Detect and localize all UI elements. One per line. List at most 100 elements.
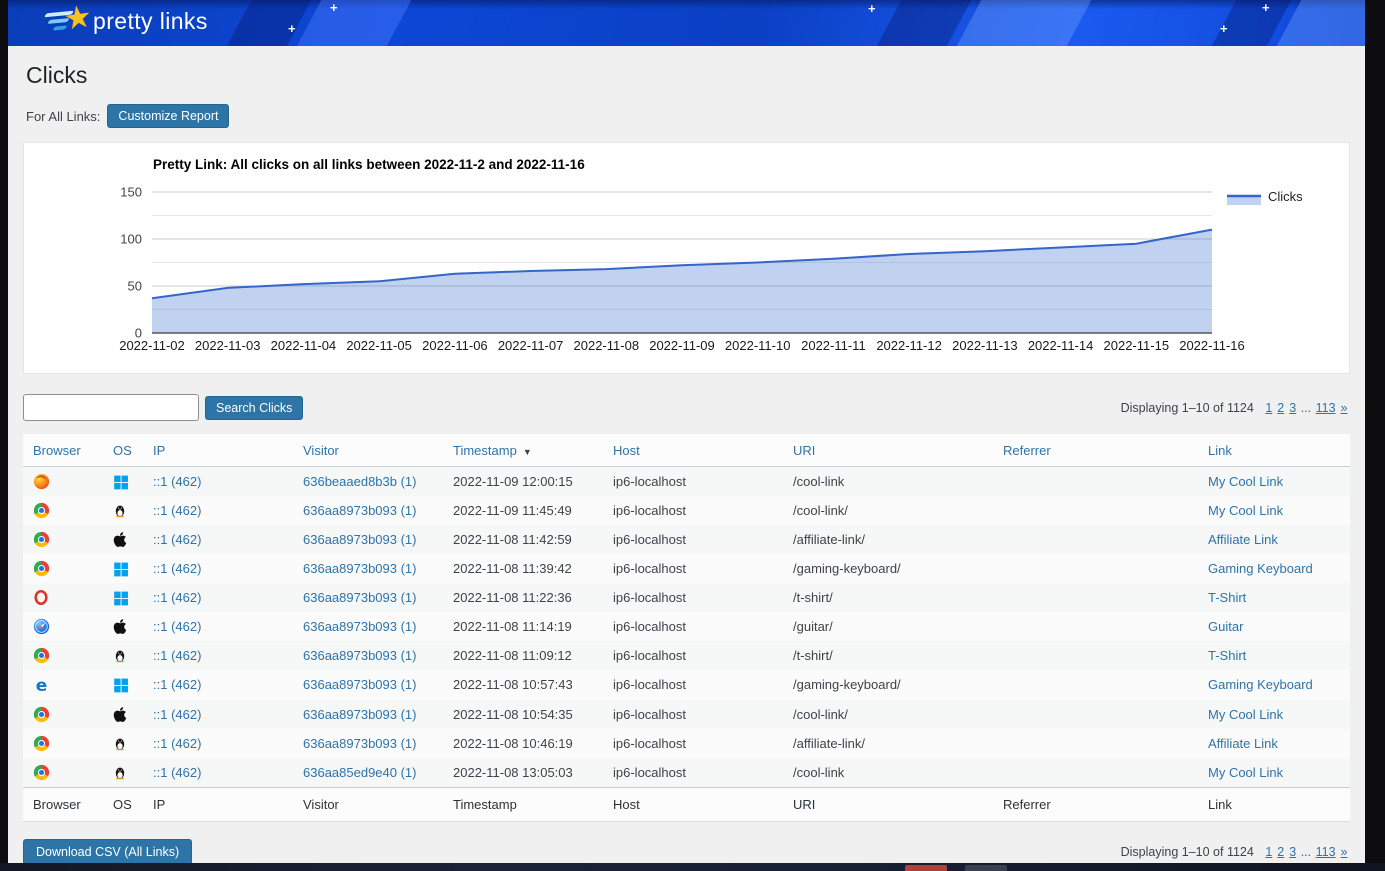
- svg-text:2022-11-12: 2022-11-12: [876, 338, 942, 353]
- column-header-visitor[interactable]: Visitor: [293, 434, 443, 467]
- chrome-icon: [23, 700, 103, 729]
- svg-text:2022-11-09: 2022-11-09: [649, 338, 715, 353]
- page-link-3[interactable]: 3: [1289, 845, 1296, 859]
- next-page-link[interactable]: »: [1341, 401, 1348, 415]
- pretty-link[interactable]: Affiliate Link: [1208, 736, 1278, 751]
- timestamp-cell: 2022-11-08 13:05:03: [443, 758, 603, 788]
- referrer-cell: [993, 554, 1198, 583]
- link-cell: Affiliate Link: [1198, 729, 1350, 758]
- linux-icon: [103, 758, 143, 788]
- customize-report-button[interactable]: Customize Report: [107, 104, 229, 128]
- download-csv-button[interactable]: Download CSV (All Links): [23, 839, 192, 865]
- pagination-ellipsis: ...: [1301, 401, 1311, 415]
- timestamp-cell: 2022-11-08 11:22:36: [443, 583, 603, 612]
- apple-icon: [103, 700, 143, 729]
- next-page-link[interactable]: »: [1341, 845, 1348, 859]
- host-cell: ip6-localhost: [603, 670, 783, 699]
- ip-link[interactable]: ::1 (462): [153, 503, 201, 518]
- column-header-referrer[interactable]: Referrer: [993, 434, 1198, 467]
- pretty-link[interactable]: My Cool Link: [1208, 474, 1283, 489]
- referrer-cell: [993, 641, 1198, 670]
- visitor-link[interactable]: 636aa8973b093 (1): [303, 532, 417, 547]
- pretty-link[interactable]: Guitar: [1208, 619, 1243, 634]
- visitor-link[interactable]: 636aa8973b093 (1): [303, 648, 417, 663]
- visitor-link[interactable]: 636aa8973b093 (1): [303, 619, 417, 634]
- visitor-link[interactable]: 636aa8973b093 (1): [303, 561, 417, 576]
- chrome-icon: [23, 641, 103, 670]
- chrome-icon: [23, 554, 103, 583]
- search-input[interactable]: [23, 394, 199, 421]
- page-link-113[interactable]: 113: [1316, 845, 1336, 859]
- visitor-link[interactable]: 636aa8973b093 (1): [303, 590, 417, 605]
- column-header-os[interactable]: OS: [103, 434, 143, 467]
- referrer-cell: [993, 583, 1198, 612]
- host-cell: ip6-localhost: [603, 729, 783, 758]
- visitor-cell: 636aa8973b093 (1): [293, 554, 443, 583]
- column-header-ip[interactable]: IP: [143, 434, 293, 467]
- footer-column-header-link: Link: [1198, 787, 1350, 821]
- ip-link[interactable]: ::1 (462): [153, 736, 201, 751]
- visitor-cell: 636aa8973b093 (1): [293, 496, 443, 525]
- host-cell: ip6-localhost: [603, 467, 783, 497]
- page-link-2[interactable]: 2: [1277, 401, 1284, 415]
- ip-cell: ::1 (462): [143, 525, 293, 554]
- ip-link[interactable]: ::1 (462): [153, 561, 201, 576]
- column-header-uri[interactable]: URI: [783, 434, 993, 467]
- ip-cell: ::1 (462): [143, 758, 293, 788]
- page-link-113[interactable]: 113: [1316, 401, 1336, 415]
- page-link-3[interactable]: 3: [1289, 401, 1296, 415]
- ip-link[interactable]: ::1 (462): [153, 648, 201, 663]
- pretty-link[interactable]: My Cool Link: [1208, 503, 1283, 518]
- pretty-link[interactable]: Affiliate Link: [1208, 532, 1278, 547]
- visitor-link[interactable]: 636aa8973b093 (1): [303, 707, 417, 722]
- uri-cell: /affiliate-link/: [783, 525, 993, 554]
- opera-icon: [23, 583, 103, 612]
- host-cell: ip6-localhost: [603, 641, 783, 670]
- visitor-link[interactable]: 636aa8973b093 (1): [303, 736, 417, 751]
- host-cell: ip6-localhost: [603, 612, 783, 641]
- pretty-link[interactable]: My Cool Link: [1208, 707, 1283, 722]
- ip-cell: ::1 (462): [143, 700, 293, 729]
- visitor-cell: 636aa8973b093 (1): [293, 583, 443, 612]
- ip-link[interactable]: ::1 (462): [153, 765, 201, 780]
- visitor-link[interactable]: 636aa85ed9e40 (1): [303, 765, 417, 780]
- ip-link[interactable]: ::1 (462): [153, 532, 201, 547]
- pretty-link[interactable]: T-Shirt: [1208, 590, 1246, 605]
- table-footer-row: BrowserOSIPVisitorTimestampHostURIReferr…: [23, 787, 1350, 821]
- link-cell: Affiliate Link: [1198, 525, 1350, 554]
- referrer-cell: [993, 670, 1198, 699]
- pretty-link[interactable]: T-Shirt: [1208, 648, 1246, 663]
- sort-desc-icon: ▼: [523, 447, 532, 457]
- footer-column-header-referrer: Referrer: [993, 787, 1198, 821]
- column-header-browser[interactable]: Browser: [23, 434, 103, 467]
- ip-link[interactable]: ::1 (462): [153, 474, 201, 489]
- ip-link[interactable]: ::1 (462): [153, 619, 201, 634]
- uri-cell: /guitar/: [783, 612, 993, 641]
- column-header-timestamp[interactable]: Timestamp▼: [443, 434, 603, 467]
- link-cell: My Cool Link: [1198, 496, 1350, 525]
- search-clicks-button[interactable]: Search Clicks: [205, 396, 303, 420]
- column-header-link[interactable]: Link: [1198, 434, 1350, 467]
- visitor-link[interactable]: 636aa8973b093 (1): [303, 677, 417, 692]
- link-cell: My Cool Link: [1198, 467, 1350, 497]
- apple-icon: [103, 612, 143, 641]
- column-header-host[interactable]: Host: [603, 434, 783, 467]
- svg-text:2022-11-03: 2022-11-03: [195, 338, 261, 353]
- uri-cell: /gaming-keyboard/: [783, 554, 993, 583]
- chrome-icon: [23, 525, 103, 554]
- table-body: ::1 (462)636beaaed8b3b (1)2022-11-09 12:…: [23, 467, 1350, 788]
- page-link-1[interactable]: 1: [1265, 401, 1272, 415]
- pretty-link[interactable]: Gaming Keyboard: [1208, 561, 1313, 576]
- visitor-link[interactable]: 636aa8973b093 (1): [303, 503, 417, 518]
- svg-text:2022-11-11: 2022-11-11: [801, 338, 866, 353]
- page-link-2[interactable]: 2: [1277, 845, 1284, 859]
- link-cell: My Cool Link: [1198, 758, 1350, 788]
- ip-link[interactable]: ::1 (462): [153, 590, 201, 605]
- pretty-link[interactable]: Gaming Keyboard: [1208, 677, 1313, 692]
- page-link-1[interactable]: 1: [1265, 845, 1272, 859]
- ip-link[interactable]: ::1 (462): [153, 677, 201, 692]
- ip-link[interactable]: ::1 (462): [153, 707, 201, 722]
- visitor-link[interactable]: 636beaaed8b3b (1): [303, 474, 417, 489]
- pretty-link[interactable]: My Cool Link: [1208, 765, 1283, 780]
- clicks-area-chart: 0501001502022-11-022022-11-032022-11-042…: [24, 173, 1348, 361]
